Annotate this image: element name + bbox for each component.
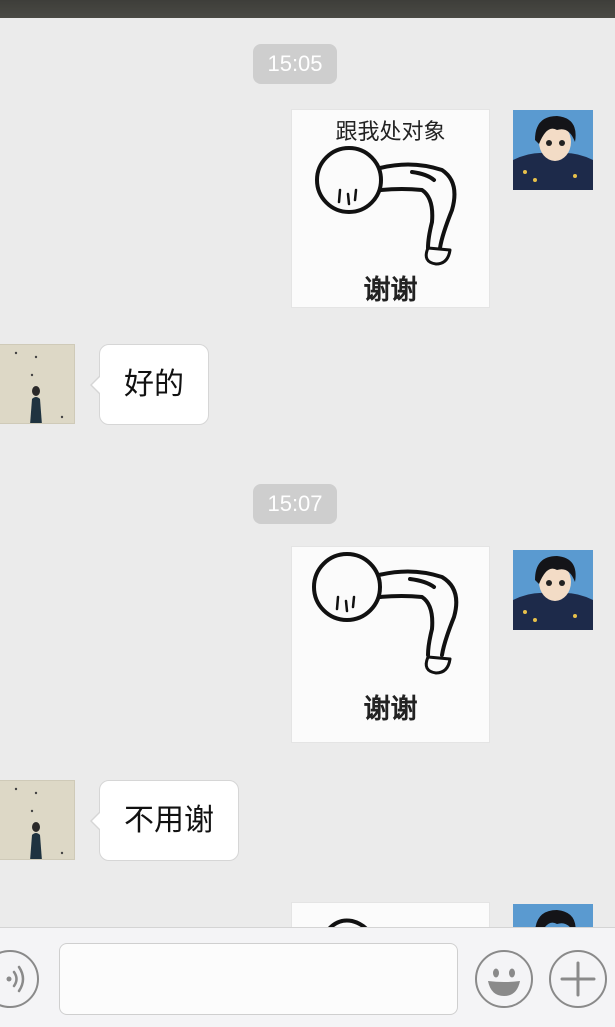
message-bubble[interactable]: 不用谢: [90, 780, 239, 861]
smiley-face-icon: [488, 968, 520, 996]
silhouette-avatar: [0, 781, 74, 859]
chat-messages[interactable]: 15:05 跟我处对象 谢谢 好的 15:07 谢谢 不用谢: [0, 18, 615, 927]
sticker-bottom-caption: 谢谢: [363, 694, 418, 725]
sticker-message[interactable]: 跟我处对象 谢谢: [291, 109, 490, 308]
contact-avatar[interactable]: [0, 780, 75, 860]
silhouette-avatar: [0, 345, 74, 423]
user-avatar[interactable]: [513, 110, 593, 190]
user-avatar[interactable]: [513, 550, 593, 630]
input-bar: [0, 927, 615, 1027]
anime-character-avatar: [513, 550, 593, 630]
user-avatar[interactable]: [513, 904, 593, 927]
message-input[interactable]: [59, 943, 458, 1015]
status-bar: [0, 0, 615, 18]
sticker-message[interactable]: 谢谢: [291, 546, 490, 743]
voice-button[interactable]: [0, 950, 39, 1008]
sticker-bottom-caption: 谢谢: [363, 275, 418, 306]
anime-character-avatar: [513, 904, 593, 927]
plus-icon: [560, 961, 596, 997]
emoji-button[interactable]: [475, 950, 533, 1008]
anime-character-avatar: [513, 110, 593, 190]
timestamp-pill: 15:05: [253, 44, 337, 84]
bowing-stickman-drawing: [328, 918, 368, 927]
contact-avatar[interactable]: [0, 344, 75, 424]
voice-wave-icon: [6, 965, 25, 993]
message-bubble[interactable]: 好的: [90, 344, 209, 425]
more-options-button[interactable]: [549, 950, 607, 1008]
timestamp-pill: 15:07: [253, 484, 337, 524]
sticker-message[interactable]: [291, 902, 490, 927]
